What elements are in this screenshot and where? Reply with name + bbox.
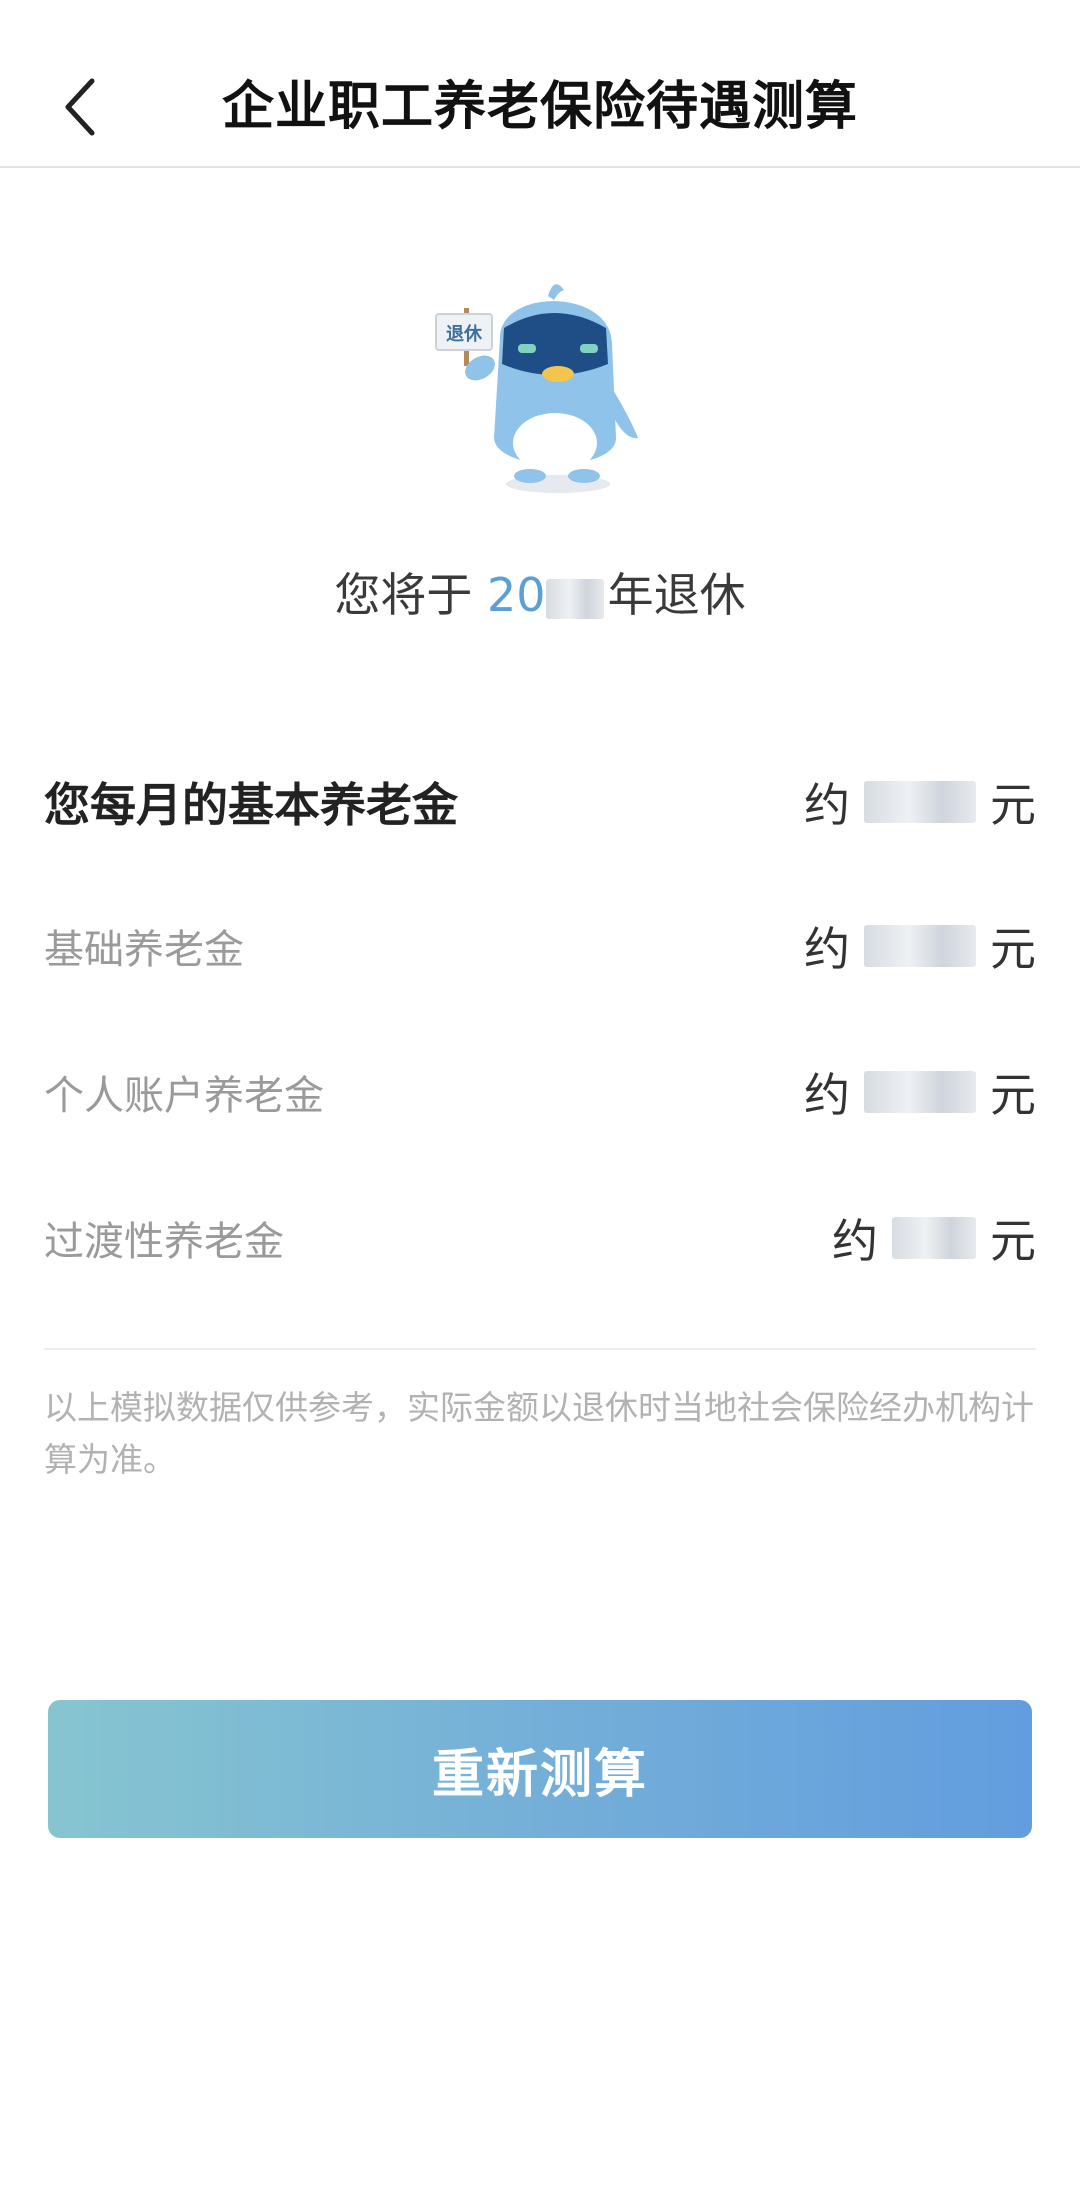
basic-pension-value: 约 元 <box>804 913 1036 979</box>
retirement-mascot-illustration: 退休 <box>430 268 650 498</box>
transitional-pension-value: 约 元 <box>832 1205 1036 1271</box>
retirement-suffix: 年退休 <box>607 568 746 622</box>
transitional-pension-row: 过渡性养老金 约 元 <box>44 1198 1036 1278</box>
approx-label: 约 <box>804 922 850 976</box>
unit-label: 元 <box>990 922 1036 976</box>
mascot-sign-text: 退休 <box>446 323 483 345</box>
monthly-basic-pension-label: 您每月的基本养老金 <box>44 778 458 832</box>
redacted-amount <box>864 1071 976 1113</box>
redacted-amount <box>892 1217 976 1259</box>
page-title: 企业职工养老保险待遇测算 <box>221 77 858 137</box>
unit-label: 元 <box>990 1214 1036 1268</box>
navigation-bar: 企业职工养老保险待遇测算 <box>0 0 1080 168</box>
transitional-pension-label: 过渡性养老金 <box>44 1219 284 1265</box>
approx-label: 约 <box>804 778 850 832</box>
approx-label: 约 <box>804 1068 850 1122</box>
unit-label: 元 <box>990 778 1036 832</box>
retirement-year-text: 您将于 20 年退休 <box>0 560 1080 630</box>
redacted-amount <box>864 781 976 823</box>
basic-pension-label: 基础养老金 <box>44 927 244 973</box>
recalculate-button[interactable]: 重新测算 <box>48 1700 1032 1838</box>
monthly-basic-pension-row: 您每月的基本养老金 约 元 <box>44 762 1036 842</box>
pension-calculation-page: 企业职工养老保险待遇测算 退休 您将于 20 年退休 您每月的基本养老金 约 元… <box>0 0 1080 2206</box>
disclaimer-text: 以上模拟数据仅供参考，实际金额以退休时当地社会保险经办机构计算为准。 <box>44 1388 1034 1479</box>
unit-label: 元 <box>990 1068 1036 1122</box>
redacted-amount <box>864 925 976 967</box>
personal-account-pension-value: 约 元 <box>804 1059 1036 1125</box>
retirement-year: 20 <box>487 568 546 622</box>
monthly-basic-pension-value: 约 元 <box>804 769 1036 835</box>
basic-pension-row: 基础养老金 约 元 <box>44 906 1036 986</box>
section-divider <box>44 1348 1036 1350</box>
approx-label: 约 <box>832 1214 878 1268</box>
retirement-prefix: 您将于 <box>334 568 473 622</box>
redacted-year-digits <box>545 578 604 619</box>
personal-account-pension-label: 个人账户养老金 <box>44 1073 324 1119</box>
personal-account-pension-row: 个人账户养老金 约 元 <box>44 1052 1036 1132</box>
